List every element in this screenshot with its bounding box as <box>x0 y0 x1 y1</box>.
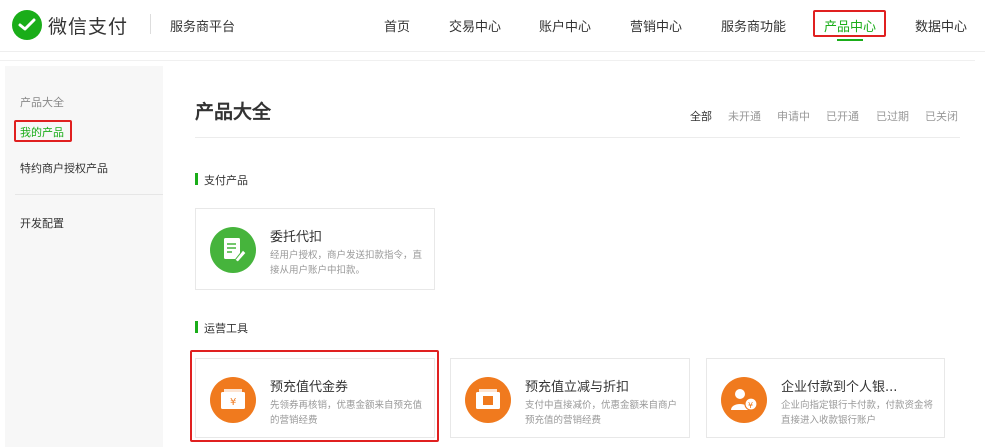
header-shadow <box>0 60 975 61</box>
sidebar-group-label: 产品大全 <box>20 96 64 109</box>
discount-ticket-icon <box>465 377 511 423</box>
sidebar-item-dev-config[interactable]: 开发配置 <box>20 215 64 231</box>
filter-expired[interactable]: 已过期 <box>876 108 909 124</box>
filter-closed[interactable]: 已关闭 <box>925 108 958 124</box>
section-label-operations: 运营工具 <box>195 320 248 336</box>
title-divider <box>195 137 960 138</box>
card-title: 委托代扣 <box>270 230 323 245</box>
nav-data[interactable]: 数据中心 <box>915 16 967 35</box>
sidebar-item-authorized-products[interactable]: 特约商户授权产品 <box>20 160 108 176</box>
nav-home[interactable]: 首页 <box>384 16 410 35</box>
section-label-payment: 支付产品 <box>195 172 248 188</box>
nav-active-underline <box>837 39 863 41</box>
card-title: 预充值立减与折扣 <box>525 380 630 395</box>
card-description: 企业向指定银行卡付款，付款资金将直接进入收款银行账户 <box>781 400 934 426</box>
enterprise-payment-icon: ¥ <box>721 377 767 423</box>
page-title: 产品大全 <box>195 101 272 123</box>
filter-all[interactable]: 全部 <box>690 108 712 124</box>
highlight-box-card <box>190 350 439 442</box>
card-description: 经用户授权，商户发送扣款指令，直接从用户账户中扣款。 <box>270 250 423 276</box>
card-description: 支付中直接减价，优惠金额来自商户预充值的营销经费 <box>525 400 678 426</box>
product-card-enterprise-payment[interactable]: ¥ 企业付款到个人银... 企业向指定银行卡付款，付款资金将直接进入收款银行账户 <box>706 358 945 438</box>
product-card-entrusted-debit[interactable]: 委托代扣 经用户授权，商户发送扣款指令，直接从用户账户中扣款。 <box>195 208 435 290</box>
nav-provider-functions[interactable]: 服务商功能 <box>721 16 786 35</box>
nav-transactions[interactable]: 交易中心 <box>449 16 501 35</box>
highlight-box-nav <box>813 10 886 37</box>
filter-opened[interactable]: 已开通 <box>826 108 859 124</box>
card-title: 企业付款到个人银... <box>781 380 898 395</box>
sidebar-divider <box>15 194 163 195</box>
svg-text:¥: ¥ <box>748 401 753 410</box>
document-pen-icon <box>210 227 256 273</box>
nav-account[interactable]: 账户中心 <box>539 16 591 35</box>
filter-applying[interactable]: 申请中 <box>777 108 810 124</box>
filter-not-opened[interactable]: 未开通 <box>728 108 761 124</box>
highlight-box-sidebar <box>14 120 72 142</box>
product-card-instant-discount[interactable]: 预充值立减与折扣 支付中直接减价，优惠金额来自商户预充值的营销经费 <box>450 358 690 438</box>
nav-marketing[interactable]: 营销中心 <box>630 16 682 35</box>
